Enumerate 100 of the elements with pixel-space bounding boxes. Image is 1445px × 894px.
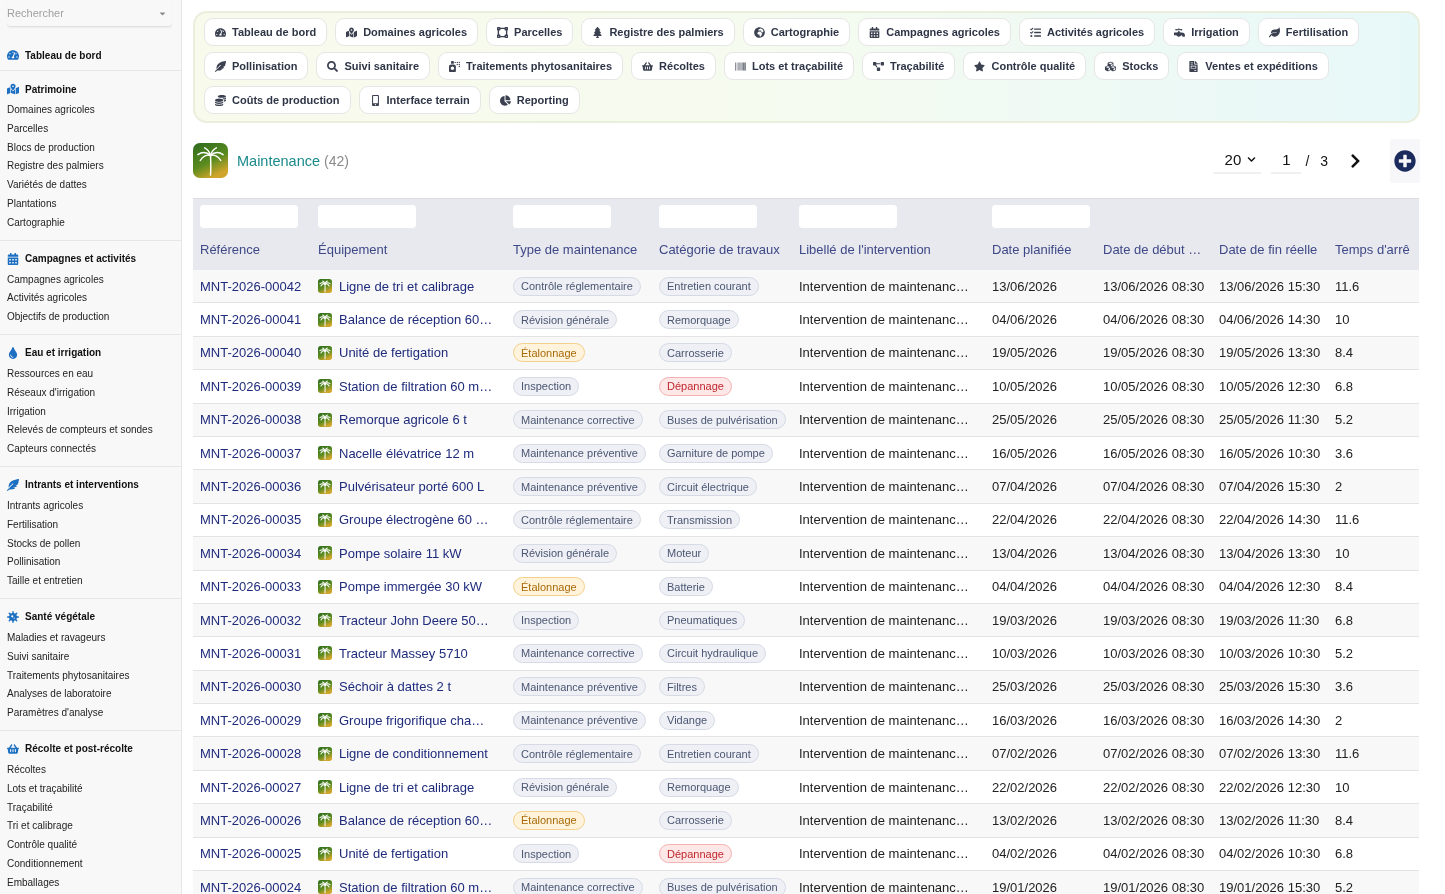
- sidebar-item[interactable]: Registre des palmiers: [0, 157, 111, 177]
- sidebar-item[interactable]: Réseaux d'irrigation: [0, 383, 103, 403]
- sidebar-item[interactable]: Suivi sanitaire: [0, 647, 77, 667]
- reference-link[interactable]: MNT-2026-00034: [200, 545, 302, 561]
- equipment-link[interactable]: Tracteur Massey 5710: [339, 646, 468, 661]
- module-button[interactable]: Irrigation: [1163, 18, 1250, 46]
- search-field[interactable]: Rechercher: [7, 0, 172, 27]
- reference-link[interactable]: MNT-2026-00025: [200, 846, 302, 862]
- sidebar-item[interactable]: Traçabilité: [0, 798, 60, 818]
- column-header[interactable]: Date planifiée: [985, 242, 1096, 258]
- sidebar-item[interactable]: Campagnes agricoles: [0, 270, 111, 290]
- reference-link[interactable]: MNT-2026-00031: [200, 646, 302, 661]
- module-button[interactable]: Coûts de production: [204, 86, 351, 114]
- reference-link[interactable]: MNT-2026-00036: [200, 479, 302, 495]
- column-header[interactable]: Référence: [193, 242, 311, 258]
- reference-link[interactable]: MNT-2026-00037: [200, 445, 302, 461]
- module-button[interactable]: Lots et traçabilité: [723, 52, 855, 80]
- equipment-link[interactable]: Ligne de tri et calibrage: [339, 779, 475, 795]
- sidebar-item[interactable]: Blocs de production: [0, 138, 102, 158]
- equipment-link[interactable]: Balance de réception 60…: [339, 812, 493, 828]
- equipment-link[interactable]: Pompe solaire 11 kW: [339, 545, 462, 561]
- equipment-link[interactable]: Tracteur John Deere 50…: [339, 612, 489, 628]
- sidebar-item[interactable]: Emballages: [0, 873, 67, 893]
- sidebar-item[interactable]: Tri et calibrage: [0, 817, 80, 837]
- equipment-link[interactable]: Unité de fertigation: [339, 345, 449, 361]
- reference-link[interactable]: MNT-2026-00042: [200, 278, 302, 294]
- module-button[interactable]: Campagnes agricoles: [858, 18, 1011, 46]
- sidebar-item[interactable]: Lots et traçabilité: [0, 779, 90, 799]
- equipment-link[interactable]: Groupe frigorifique cha…: [339, 712, 485, 728]
- equipment-link[interactable]: Pompe immergée 30 kW: [339, 579, 483, 595]
- column-header[interactable]: Temps d'arrê: [1328, 242, 1419, 258]
- sidebar-item[interactable]: Objectifs de production: [0, 308, 117, 327]
- reference-link[interactable]: MNT-2026-00038: [200, 412, 302, 428]
- sidebar-item[interactable]: Capteurs connectés: [0, 440, 103, 459]
- reference-link[interactable]: MNT-2026-00029: [200, 712, 302, 728]
- page-field[interactable]: 1: [1271, 147, 1302, 174]
- module-button[interactable]: Tableau de bord: [204, 18, 328, 46]
- sidebar-item[interactable]: Contrôle qualité: [0, 836, 85, 855]
- module-button[interactable]: Cartographie: [742, 18, 851, 46]
- sidebar-item[interactable]: Analyses de laboratoire: [0, 685, 119, 705]
- module-button[interactable]: Fertilisation: [1257, 18, 1360, 46]
- equipment-link[interactable]: Station de filtration 60 m…: [339, 378, 493, 394]
- module-button[interactable]: Traitements phytosanitaires: [438, 52, 624, 80]
- add-button[interactable]: [1390, 138, 1420, 183]
- module-button[interactable]: Pollinisation: [204, 52, 309, 80]
- next-page-button[interactable]: [1348, 151, 1362, 170]
- column-header[interactable]: Date de fin réelle: [1212, 242, 1328, 258]
- sidebar-item[interactable]: Ressources en eau: [0, 364, 101, 384]
- column-header[interactable]: Équipement: [311, 242, 506, 258]
- reference-link[interactable]: MNT-2026-00041: [200, 312, 302, 328]
- equipment-link[interactable]: Ligne de conditionnement: [339, 746, 488, 762]
- module-button[interactable]: Traçabilité: [862, 52, 956, 80]
- reference-link[interactable]: MNT-2026-00040: [200, 345, 302, 361]
- sidebar-item[interactable]: Parcelles: [0, 119, 56, 139]
- reference-link[interactable]: MNT-2026-00028: [200, 746, 302, 762]
- column-header[interactable]: Type de maintenance: [506, 242, 652, 258]
- sidebar-item[interactable]: Cartographie: [0, 213, 72, 233]
- module-button[interactable]: Récoltes: [631, 52, 716, 80]
- equipment-link[interactable]: Balance de réception 60…: [339, 312, 493, 328]
- sidebar-item[interactable]: Maladies et ravageurs: [0, 628, 113, 648]
- reference-link[interactable]: MNT-2026-00035: [200, 512, 302, 528]
- sidebar-item[interactable]: Stocks de pollen: [0, 534, 88, 554]
- sidebar-item[interactable]: Récoltes: [0, 760, 53, 780]
- module-button[interactable]: Parcelles: [486, 18, 574, 46]
- reference-link[interactable]: MNT-2026-00027: [200, 779, 302, 795]
- reference-link[interactable]: MNT-2026-00032: [200, 612, 302, 628]
- module-button[interactable]: Interface terrain: [358, 86, 481, 114]
- equipment-link[interactable]: Pulvérisateur porté 600 L: [339, 479, 485, 495]
- equipment-link[interactable]: Nacelle élévatrice 12 m: [339, 445, 475, 461]
- sidebar-item[interactable]: Paramètres d'analyse: [0, 704, 111, 723]
- equipment-link[interactable]: Séchoir à dattes 2 t: [339, 679, 451, 695]
- sidebar-item[interactable]: Plantations: [0, 195, 64, 214]
- page-size-select[interactable]: 20: [1213, 147, 1262, 174]
- module-button[interactable]: Ventes et expéditions: [1177, 52, 1329, 80]
- reference-link[interactable]: MNT-2026-00033: [200, 579, 302, 595]
- module-button[interactable]: Suivi sanitaire: [316, 52, 430, 80]
- module-button[interactable]: Contrôle qualité: [963, 52, 1087, 80]
- sidebar-item[interactable]: Conditionnement: [0, 854, 90, 874]
- reference-link[interactable]: MNT-2026-00039: [200, 378, 302, 394]
- sidebar-item[interactable]: Intrants agricoles: [0, 496, 91, 516]
- sidebar-item[interactable]: Domaines agricoles: [0, 101, 102, 120]
- sidebar-item[interactable]: Relevés de compteurs et sondes: [0, 421, 160, 441]
- module-button[interactable]: Reporting: [488, 86, 580, 114]
- equipment-link[interactable]: Remorque agricole 6 t: [339, 412, 467, 428]
- sidebar-item[interactable]: Taille et entretien: [0, 572, 90, 591]
- equipment-link[interactable]: Ligne de tri et calibrage: [339, 278, 475, 294]
- sidebar-item[interactable]: Irrigation: [0, 402, 53, 422]
- equipment-link[interactable]: Station de filtration 60 m…: [339, 879, 493, 894]
- module-button[interactable]: Registre des palmiers: [581, 18, 735, 46]
- sidebar-item[interactable]: Variétés de dattes: [0, 176, 94, 195]
- reference-link[interactable]: MNT-2026-00030: [200, 679, 302, 695]
- sidebar-item[interactable]: Pollinisation: [0, 553, 68, 573]
- module-button[interactable]: Stocks: [1094, 52, 1170, 80]
- module-button[interactable]: Domaines agricoles: [335, 18, 479, 46]
- column-header[interactable]: Libellé de l'intervention: [792, 242, 985, 258]
- module-button[interactable]: Activités agricoles: [1018, 18, 1156, 46]
- reference-link[interactable]: MNT-2026-00024: [200, 879, 302, 894]
- reference-link[interactable]: MNT-2026-00026: [200, 812, 302, 828]
- equipment-link[interactable]: Groupe électrogène 60 …: [339, 512, 489, 528]
- sidebar-item[interactable]: Traitements phytosanitaires: [0, 666, 137, 686]
